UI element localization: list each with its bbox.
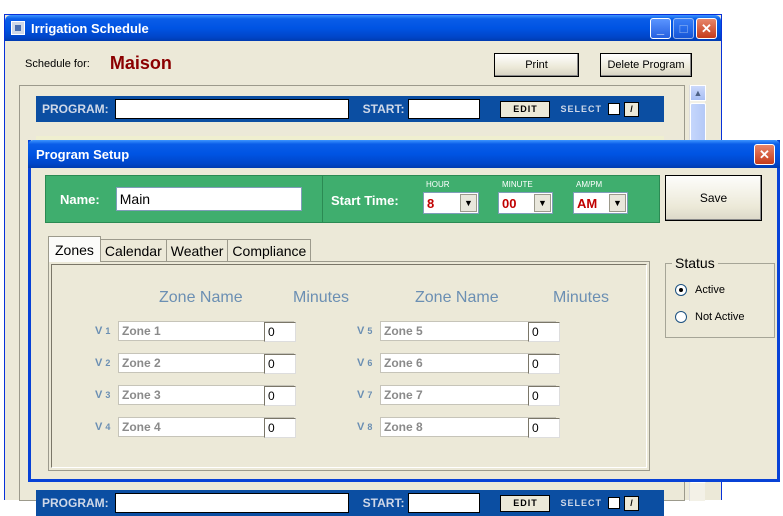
tab-zones[interactable]: Zones [48,236,101,262]
hour-caption: HOUR [426,180,450,189]
start-time-label: Start Time: [331,193,399,208]
zone-minutes-input-6[interactable]: 0 [528,354,560,374]
zone-name-header: Zone Name [415,289,499,306]
minute-select[interactable]: 00 ▼ [498,192,553,214]
main-title-bar[interactable]: Irrigation Schedule _ □ ✕ [5,15,721,41]
zone-tag-1: V1 [95,325,111,337]
chevron-down-icon[interactable]: ▼ [534,194,551,212]
print-button[interactable]: Print [494,53,579,77]
zone-tag-3: V3 [95,389,111,401]
ampm-select[interactable]: AM ▼ [573,192,628,214]
radio-not-active[interactable] [675,311,687,323]
name-panel: Name: [45,175,347,223]
status-not-active-option[interactable]: Not Active [675,311,745,323]
select-label: SELECT [560,104,602,114]
zones-tab-panel: Zone Name Minutes Zone Name Minutes V 1 Zo… [48,261,650,471]
minute-caption: MINUTE [502,180,533,189]
zone-tag-4: V4 [95,421,111,433]
program-label: PROGRAM: [42,102,109,116]
program-name-field[interactable] [114,493,349,513]
edit-button[interactable]: EDIT [500,494,551,512]
radio-active-label: Active [695,284,725,296]
delete-program-button[interactable]: Delete Program [600,53,692,77]
start-field[interactable] [408,99,481,119]
program-label: PROGRAM: [42,496,109,510]
tab-compliance[interactable]: Compliance [227,239,312,261]
ampm-caption: AM/PM [576,180,603,189]
schedule-name: Maison [109,53,172,73]
status-title: Status [672,255,718,271]
dialog-title-bar[interactable]: Program Setup ✕ [28,140,780,168]
scroll-up-icon[interactable]: ▲ [690,85,706,101]
zone-tag-8: V8 [357,421,373,433]
dialog-close-button[interactable]: ✕ [754,143,775,165]
zone-minutes-input-2[interactable]: 0 [264,354,296,374]
zone-name-header: Zone Name [159,289,243,306]
program-row: PROGRAM: START: EDIT SELECT / [36,96,664,122]
zone-minutes-input-5[interactable]: 0 [528,322,560,342]
radio-not-active-label: Not Active [695,311,745,323]
tab-calendar[interactable]: Calendar [99,239,167,261]
zone-tag-7: V7 [357,389,373,401]
zone-tag-5: V5 [357,325,373,337]
slash-button[interactable]: / [623,101,639,117]
program-setup-dialog: Program Setup ✕ Name: Start Time: HOUR 8… [28,140,780,482]
status-active-option[interactable]: Active [675,284,725,296]
minutes-header: Minutes [293,289,350,306]
schedule-for-label: Schedule for: [25,57,90,70]
start-field[interactable] [408,493,481,513]
zone-minutes-input-7[interactable]: 0 [528,386,560,406]
minimize-button[interactable]: _ [650,17,671,39]
start-label: START: [362,102,405,116]
slash-button[interactable]: / [623,495,639,511]
name-label: Name: [60,191,100,207]
close-button[interactable]: ✕ [696,17,717,39]
zone-minutes-input-1[interactable]: 0 [264,322,296,342]
start-label: START: [362,496,405,510]
zone-minutes-input-3[interactable]: 0 [264,386,296,406]
minute-value: 00 [502,195,517,211]
chevron-down-icon[interactable]: ▼ [609,194,626,212]
start-time-panel: Start Time: HOUR 8 ▼ MINUTE 00 ▼ AM/PM A… [322,175,660,223]
maximize-button[interactable]: □ [673,17,694,39]
main-window-title: Irrigation Schedule [31,20,149,36]
save-button[interactable]: Save [665,175,762,221]
chevron-down-icon[interactable]: ▼ [460,194,477,212]
edit-button[interactable]: EDIT [500,100,551,118]
minutes-header: Minutes [553,289,610,306]
ampm-value: AM [577,195,598,211]
program-name-field[interactable] [114,99,349,119]
tab-weather[interactable]: Weather [165,239,229,261]
hour-select[interactable]: 8 ▼ [423,192,479,214]
zone-minutes-input-4[interactable]: 0 [264,418,296,438]
hour-value: 8 [427,195,435,211]
zone-tag-6: V6 [357,357,373,369]
program-row: PROGRAM: START: EDIT SELECT / [36,490,664,516]
tab-strip: Zones Calendar Weather Compliance [48,235,312,262]
select-checkbox[interactable] [607,497,620,509]
dialog-title: Program Setup [36,146,130,162]
radio-active[interactable] [675,284,687,296]
select-checkbox[interactable] [607,103,620,115]
zone-tag-2: V2 [95,357,111,369]
status-group: Status Active Not Active [665,255,775,338]
zone-minutes-input-8[interactable]: 0 [528,418,560,438]
name-input[interactable] [115,187,302,211]
app-icon [11,21,25,35]
